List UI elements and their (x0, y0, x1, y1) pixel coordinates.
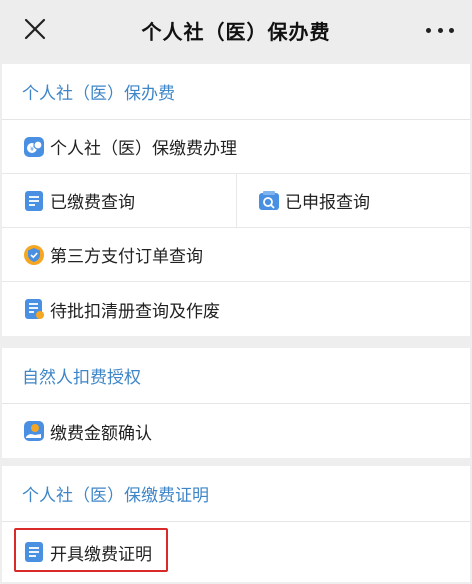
page-title: 个人社（医）保办费 (141, 19, 331, 44)
list-row: 缴费金额确认 (2, 404, 470, 458)
menu-item-label: 缴费金额确认 (50, 423, 152, 444)
menu-item-label: 已缴费查询 (50, 193, 135, 213)
highlight-box (14, 528, 168, 572)
report-search-icon (259, 190, 279, 210)
list-row: ¥ 个人社（医）保缴费办理 (2, 120, 470, 174)
list-icon (25, 299, 44, 319)
section-title: 自然人扣费授权 (22, 368, 141, 388)
hand-coin-icon (24, 421, 44, 441)
shield-icon (24, 244, 44, 265)
top-bar: 个人社（医）保办费 (0, 0, 472, 60)
more-icon[interactable] (426, 16, 454, 44)
menu-item-payment[interactable]: ¥ 个人社（医）保缴费办理 (2, 120, 470, 173)
list-row: 待批扣清册查询及作废 (2, 282, 470, 336)
list-row: 已缴费查询 已申报查询 (2, 174, 470, 228)
menu-item-third-party-query[interactable]: 第三方支付订单查询 (2, 228, 470, 281)
section-header: 自然人扣费授权 (2, 348, 470, 404)
menu-item-pending-list[interactable]: 待批扣清册查询及作废 (2, 282, 470, 336)
section-social-insurance: 个人社（医）保办费 ¥ 个人社（医）保缴费办理 已缴费查询 已申报查询 第三方支… (2, 64, 470, 336)
section-header: 个人社（医）保缴费证明 (2, 466, 470, 522)
document-icon (25, 190, 43, 211)
menu-item-label: 已申报查询 (285, 193, 370, 213)
menu-item-label: 第三方支付订单查询 (50, 247, 203, 267)
menu-item-paid-query[interactable]: 已缴费查询 (2, 174, 236, 227)
menu-item-label: 待批扣清册查询及作废 (50, 301, 220, 322)
section-title: 个人社（医）保办费 (22, 84, 175, 104)
svg-text:¥: ¥ (30, 146, 34, 153)
coin-icon: ¥ (24, 136, 44, 157)
close-icon[interactable] (20, 14, 50, 44)
section-header: 个人社（医）保办费 (2, 64, 470, 120)
menu-item-label: 个人社（医）保缴费办理 (50, 139, 237, 159)
section-title: 个人社（医）保缴费证明 (22, 486, 209, 506)
section-deduction-authorization: 自然人扣费授权 缴费金额确认 (2, 348, 470, 458)
list-row: 第三方支付订单查询 (2, 228, 470, 282)
menu-item-amount-confirm[interactable]: 缴费金额确认 (2, 404, 470, 458)
menu-item-declared-query[interactable]: 已申报查询 (236, 174, 470, 227)
